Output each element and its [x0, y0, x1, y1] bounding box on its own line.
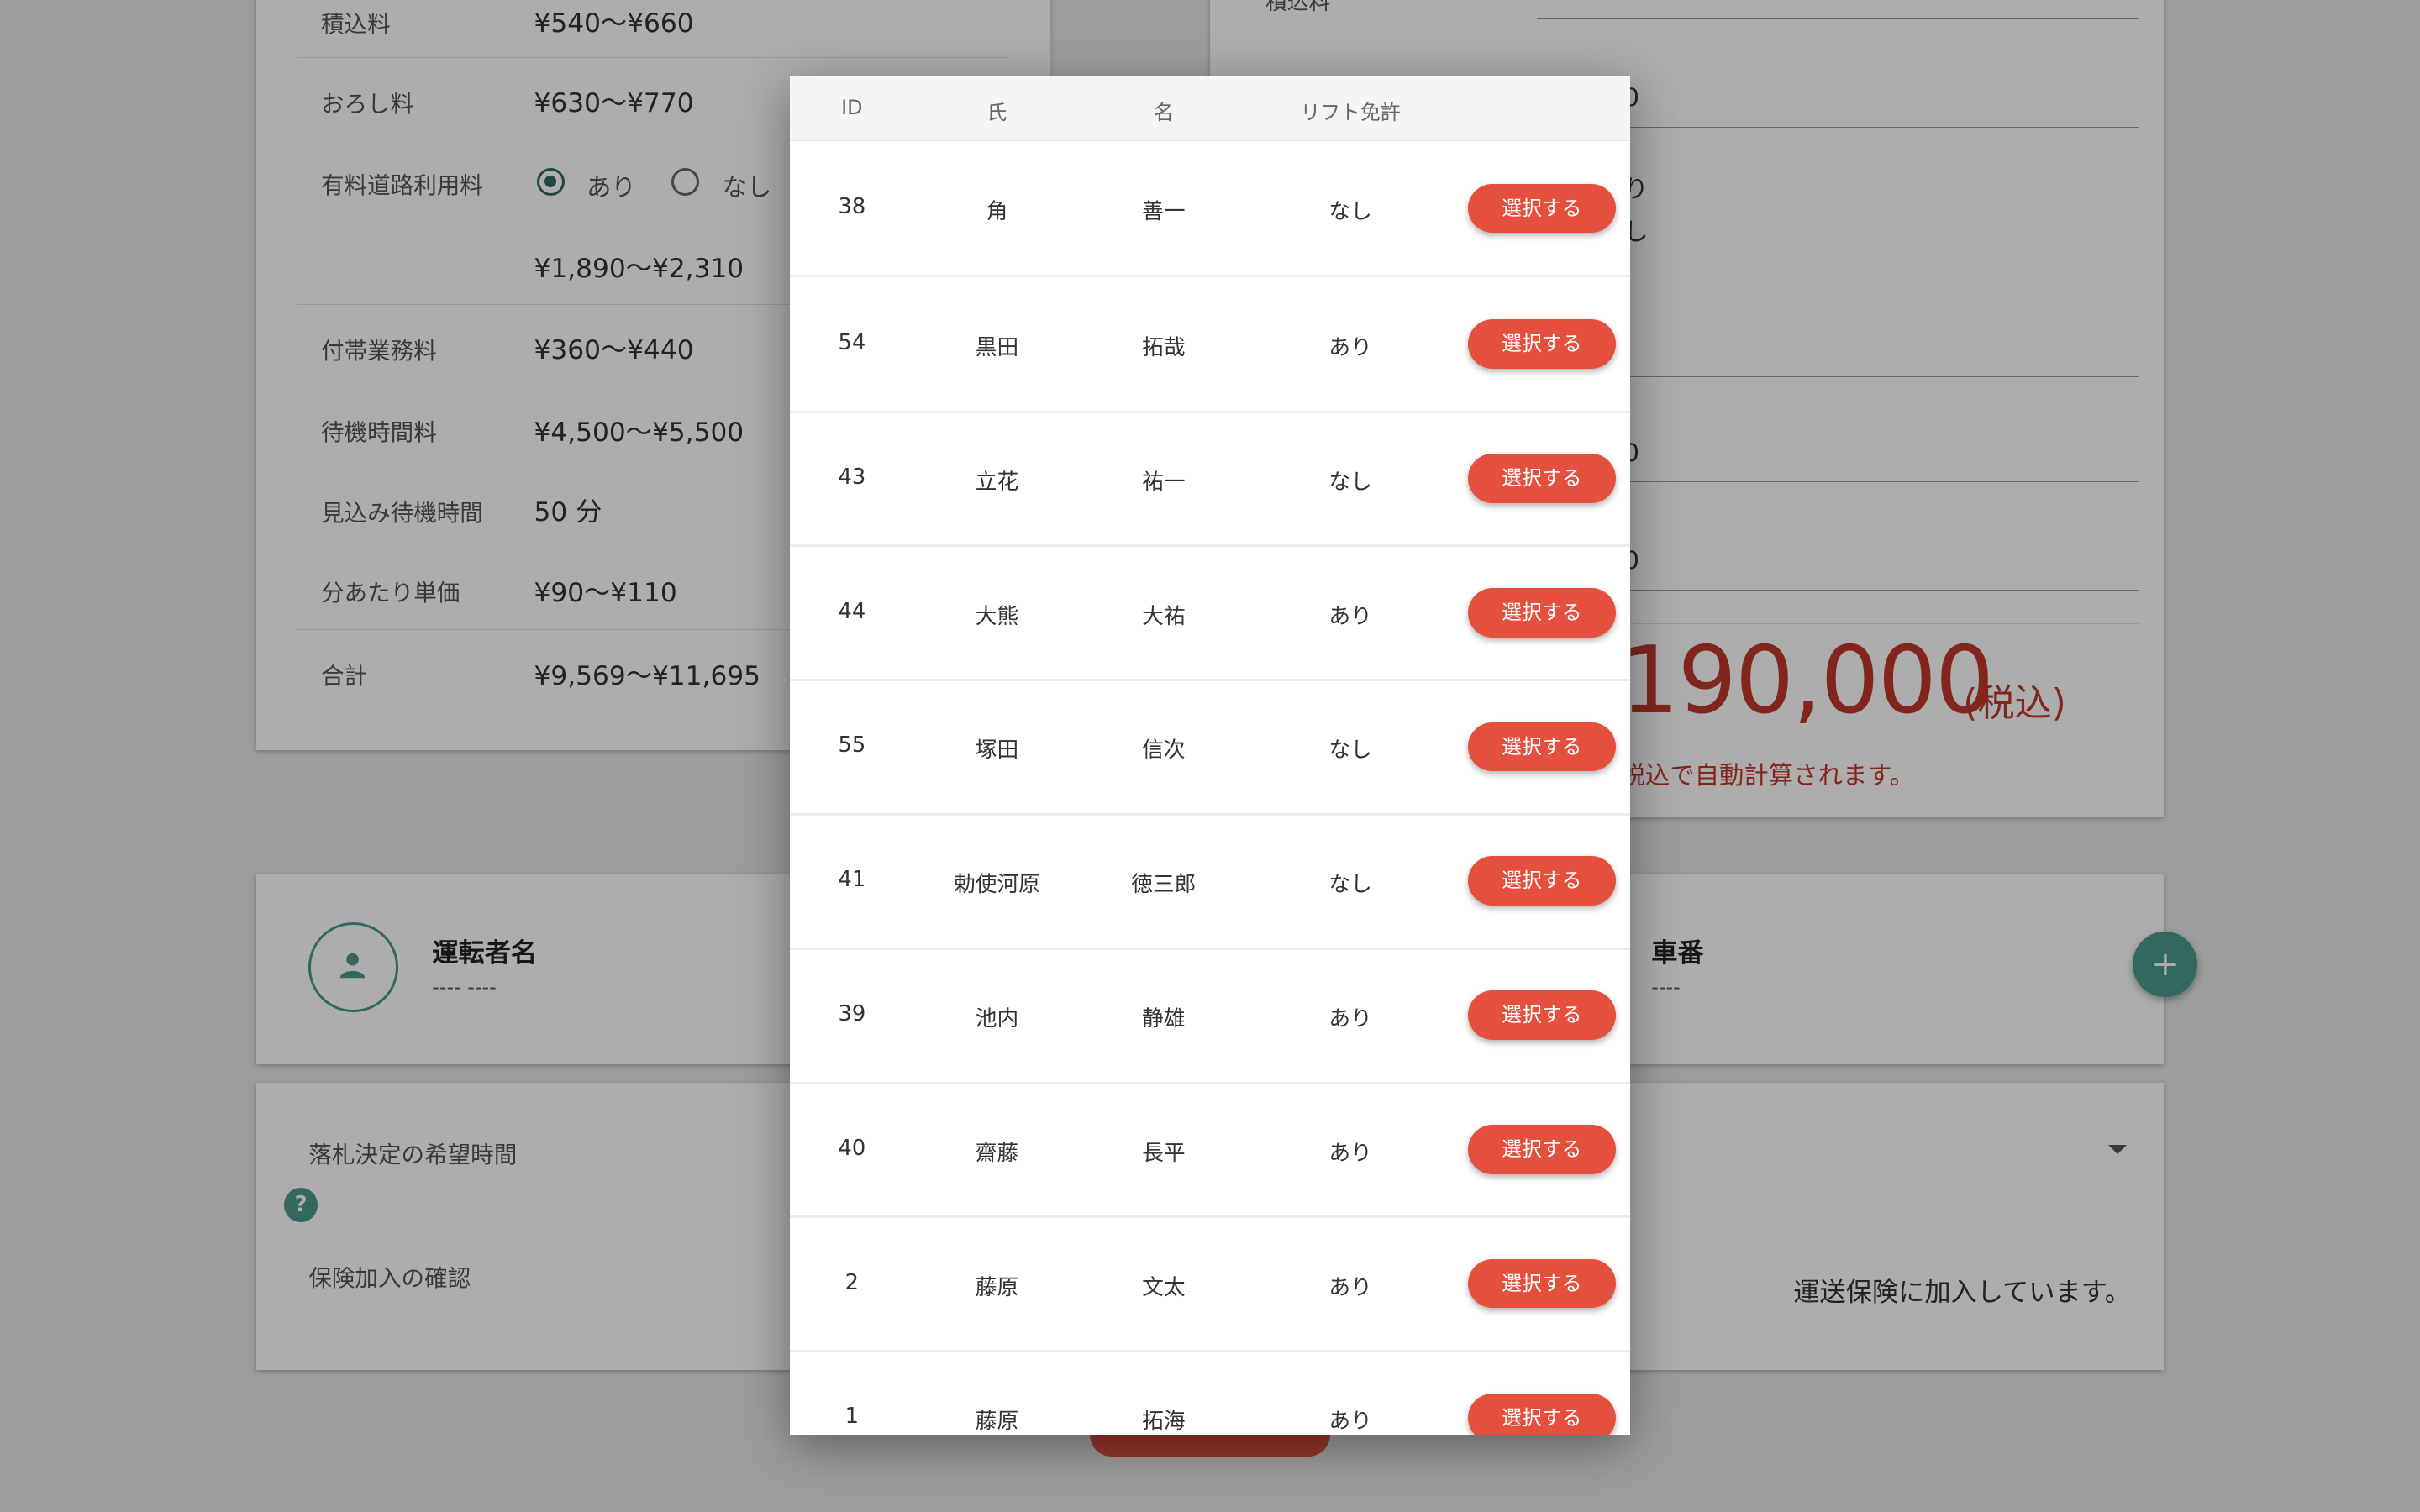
cell-first-name: 善一	[1142, 199, 1186, 225]
select-button[interactable]: 選択する	[1467, 722, 1616, 772]
select-button[interactable]: 選択する	[1467, 453, 1616, 503]
table-row: 39 池内 静雄 あり 選択する	[790, 949, 1630, 1084]
cell-first-name: 静雄	[1142, 1005, 1186, 1032]
table-row: 41 勅使河原 徳三郎 なし 選択する	[790, 815, 1630, 950]
cell-first-name: 長平	[1142, 1140, 1186, 1166]
cell-license: あり	[1328, 1005, 1372, 1032]
select-button[interactable]: 選択する	[1467, 856, 1616, 906]
table-row: 55 塚田 信次 なし 選択する	[790, 680, 1630, 816]
select-button[interactable]: 選択する	[1467, 990, 1616, 1040]
cell-id: 1	[844, 1404, 859, 1430]
select-button[interactable]: 選択する	[1467, 319, 1616, 369]
cell-first-name: 大祐	[1142, 603, 1186, 629]
cell-last-name: 池内	[975, 1005, 1019, 1032]
header-last-name: 氏	[986, 100, 1007, 124]
select-button[interactable]: 選択する	[1467, 1258, 1616, 1309]
cell-first-name: 祐一	[1142, 469, 1186, 495]
table-row: 44 大熊 大祐 あり 選択する	[790, 546, 1630, 682]
cell-last-name: 塚田	[975, 738, 1019, 764]
cell-license: なし	[1328, 872, 1372, 898]
select-button[interactable]: 選択する	[1467, 183, 1616, 234]
cell-id: 39	[838, 1000, 866, 1026]
cell-license: あり	[1328, 603, 1372, 629]
table-header: ID 氏 名 リフト免許	[790, 75, 1630, 142]
cell-last-name: 藤原	[975, 1274, 1019, 1300]
cell-id: 41	[838, 867, 866, 893]
cell-id: 43	[838, 464, 866, 490]
cell-first-name: 徳三郎	[1131, 872, 1197, 898]
cell-id: 2	[844, 1269, 859, 1295]
cell-first-name: 拓哉	[1142, 335, 1186, 361]
cell-license: あり	[1328, 335, 1372, 361]
table-row: 2 藤原 文太 あり 選択する	[790, 1217, 1630, 1353]
cell-id: 40	[838, 1135, 866, 1161]
header-id: ID	[841, 95, 863, 119]
cell-license: なし	[1328, 469, 1372, 495]
cell-last-name: 立花	[975, 469, 1019, 495]
cell-id: 54	[838, 330, 866, 356]
table-row: 1 藤原 拓海 あり 選択する	[790, 1352, 1629, 1436]
table-row: 43 立花 祐一 なし 選択する	[790, 412, 1630, 548]
table-row: 54 黒田 拓哉 あり 選択する	[790, 278, 1630, 413]
header-license: リフト免許	[1300, 100, 1401, 124]
cell-last-name: 藤原	[975, 1409, 1019, 1435]
table-row: 38 角 善一 なし 選択する	[790, 142, 1630, 277]
cell-last-name: 大熊	[975, 603, 1019, 629]
select-button[interactable]: 選択する	[1467, 1124, 1616, 1174]
select-button[interactable]: 選択する	[1467, 1393, 1616, 1436]
cell-first-name: 拓海	[1142, 1409, 1186, 1435]
cell-last-name: 齋藤	[975, 1140, 1019, 1166]
cell-last-name: 黒田	[975, 335, 1019, 361]
cell-license: あり	[1328, 1409, 1372, 1435]
cell-first-name: 信次	[1142, 738, 1186, 764]
cell-license: あり	[1328, 1140, 1372, 1166]
driver-select-dialog: ID 氏 名 リフト免許 38 角 善一 なし 選択する 54 黒田 拓哉 あり…	[790, 75, 1630, 1436]
cell-license: なし	[1328, 738, 1372, 764]
header-first-name: 名	[1153, 100, 1174, 124]
table-row: 40 齋藤 長平 あり 選択する	[790, 1083, 1630, 1219]
cell-id: 38	[838, 194, 866, 220]
cell-first-name: 文太	[1142, 1274, 1186, 1300]
cell-license: なし	[1328, 199, 1372, 225]
cell-last-name: 勅使河原	[954, 872, 1040, 898]
select-button[interactable]: 選択する	[1467, 587, 1616, 638]
cell-license: あり	[1328, 1274, 1372, 1300]
cell-last-name: 角	[986, 199, 1008, 225]
cell-id: 55	[838, 732, 866, 759]
cell-id: 44	[838, 598, 866, 624]
